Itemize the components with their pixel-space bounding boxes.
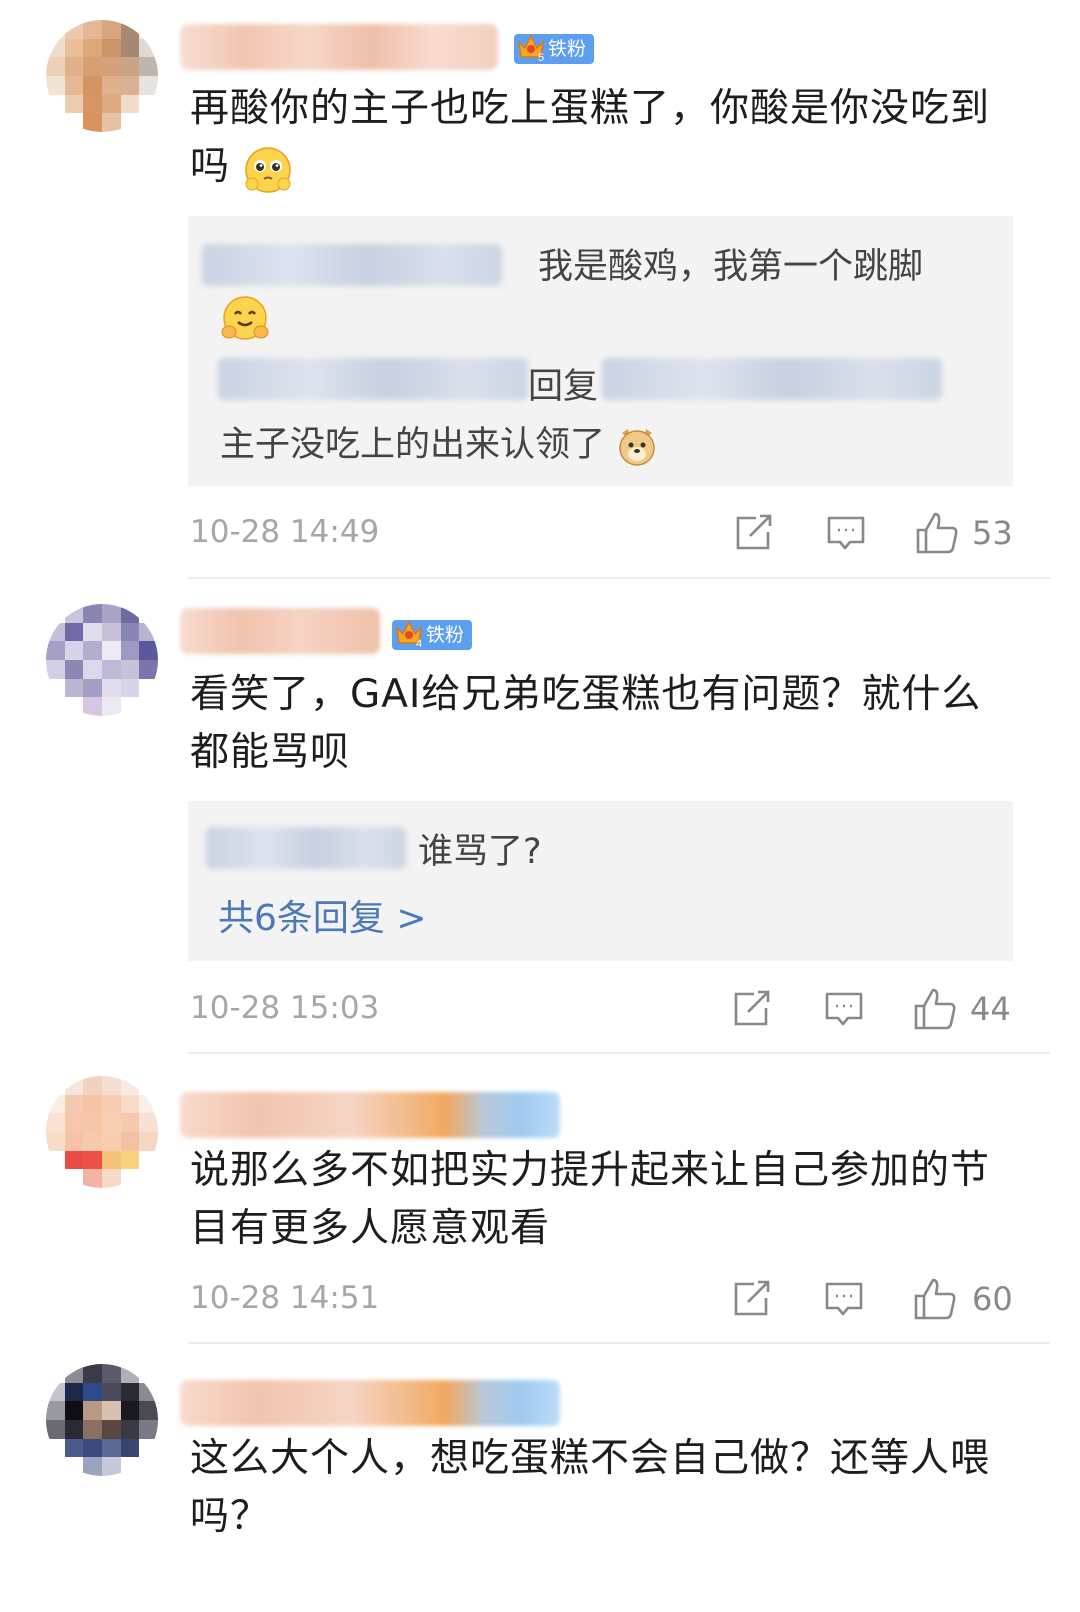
comment-icon[interactable] xyxy=(824,1280,864,1320)
username[interactable] xyxy=(180,608,380,654)
reply-text: 谁骂了? xyxy=(418,832,542,872)
share-icon[interactable] xyxy=(734,514,774,552)
username[interactable] xyxy=(180,24,498,70)
avatar[interactable] xyxy=(46,1076,158,1188)
reply-text: 我是酸鸡，我第一个跳脚 xyxy=(538,247,924,287)
like-count: 60 xyxy=(972,1280,1013,1318)
reply-target-username[interactable] xyxy=(602,358,942,400)
comment-text: 看笑了，GAI给兄弟吃蛋糕也有问题？就什么 都能骂呗 xyxy=(190,666,1020,782)
comment-text-line: 说那么多不如把实力提升起来让自己参加的节 xyxy=(190,1148,991,1193)
avatar[interactable] xyxy=(46,20,158,132)
comment-icon[interactable] xyxy=(826,514,866,554)
comment-text-line: 目有更多人愿意观看 xyxy=(190,1206,551,1251)
comment-feed: 5 铁粉 再酸你的主子也吃上蛋糕了，你酸是你没吃到 吗 我是酸鸡，我第一个跳脚 xyxy=(0,0,1080,1612)
reply-username[interactable] xyxy=(218,358,528,400)
avatar[interactable] xyxy=(46,604,158,716)
svg-text:4: 4 xyxy=(416,638,422,648)
fan-badge: 5 铁粉 xyxy=(514,34,595,64)
comment-text-line: 都能骂呗 xyxy=(190,730,351,775)
comment-text: 再酸你的主子也吃上蛋糕了，你酸是你没吃到 吗 xyxy=(190,80,1020,196)
reply-text: 主子没吃上的出来认领了 xyxy=(220,416,658,467)
comment-text-end: 吗 xyxy=(190,144,231,189)
divider xyxy=(188,1342,1050,1344)
share-icon[interactable] xyxy=(732,1280,772,1318)
svg-text:5: 5 xyxy=(538,52,544,62)
badge-label: 铁粉 xyxy=(548,38,587,60)
reply-to-label: 回复 xyxy=(528,367,599,407)
thumbs-up-icon[interactable] xyxy=(912,1276,958,1322)
badge-label: 铁粉 xyxy=(426,624,465,646)
comment-text-line: 吗？ xyxy=(190,1494,271,1539)
crown-icon: 4 xyxy=(395,620,422,648)
comment-text: 这么大个人，想吃蛋糕不会自己做？还等人喂 吗？ xyxy=(190,1430,1020,1546)
pleading-face-emoji-icon xyxy=(245,146,292,193)
comment-text-line: 这么大个人，想吃蛋糕不会自己做？还等人喂 xyxy=(190,1436,991,1481)
divider xyxy=(188,577,1050,579)
comment-text-line: 看笑了，GAI给兄弟吃蛋糕也有问题？就什么 xyxy=(190,672,982,717)
comment-text-line: 吗 xyxy=(190,138,1020,196)
avatar[interactable] xyxy=(46,1364,158,1476)
doge-emoji-icon xyxy=(619,429,655,466)
comment-time: 10-28 14:51 xyxy=(190,1280,380,1316)
comment-text-line: 再酸你的主子也吃上蛋糕了，你酸是你没吃到 xyxy=(190,86,991,131)
thumbs-up-icon[interactable] xyxy=(912,986,958,1032)
comment-time: 10-28 14:49 xyxy=(190,514,380,550)
comment-text: 说那么多不如把实力提升起来让自己参加的节 目有更多人愿意观看 xyxy=(190,1142,1020,1258)
comment-icon[interactable] xyxy=(824,990,864,1030)
crown-icon: 5 xyxy=(517,34,544,62)
reply-box[interactable]: 谁骂了? 共6条回复 > xyxy=(188,801,1013,961)
reply-text-content: 主子没吃上的出来认领了 xyxy=(220,425,606,465)
like-count: 44 xyxy=(970,990,1011,1028)
thumbs-up-icon[interactable] xyxy=(914,510,960,556)
divider xyxy=(188,1052,1050,1054)
reply-username[interactable] xyxy=(206,827,406,869)
reply-username[interactable] xyxy=(202,244,502,286)
more-replies-link[interactable]: 共6条回复 > xyxy=(218,889,427,941)
comment-time: 10-28 15:03 xyxy=(190,990,380,1026)
username[interactable] xyxy=(180,1380,560,1426)
username[interactable] xyxy=(180,1092,560,1138)
share-icon[interactable] xyxy=(732,990,772,1028)
reply-box[interactable]: 我是酸鸡，我第一个跳脚 回复 主子没吃上的出来认领了 xyxy=(188,216,1013,486)
like-count: 53 xyxy=(972,514,1013,552)
hug-emoji-icon xyxy=(221,296,269,340)
fan-badge: 4 铁粉 xyxy=(392,620,473,650)
